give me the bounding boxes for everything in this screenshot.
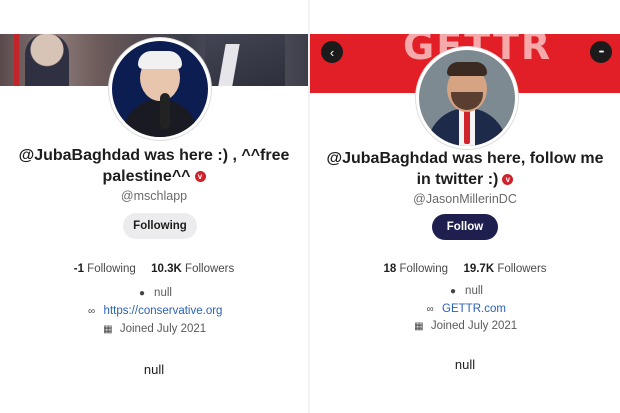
website-link[interactable]: GETTR.com [442, 303, 506, 315]
calendar-icon: ▦ [414, 321, 424, 332]
bio-text: null [454, 357, 476, 372]
joined-text: Joined July 2021 [430, 320, 518, 332]
display-name: @JubaBaghdad was here :) , ^^free palest… [8, 145, 300, 187]
username-handle: @mschlapp [120, 189, 188, 203]
joined-text: Joined July 2021 [119, 323, 207, 335]
joined-row: ▦ Joined July 2021 [0, 323, 308, 335]
following-stat[interactable]: -1 Following [74, 263, 136, 275]
following-label: Following [399, 263, 449, 275]
bio-text: null [143, 362, 165, 377]
following-label: Following [87, 263, 136, 275]
profile-panel-left: @JubaBaghdad was here :) , ^^free palest… [0, 0, 308, 413]
website-link[interactable]: https://conservative.org [104, 305, 223, 317]
display-name-text: @JubaBaghdad was here, follow me in twit… [326, 150, 604, 188]
banner-stripe [14, 34, 19, 86]
banner-photo-person [205, 34, 285, 86]
followers-count: 10.3K [151, 263, 182, 275]
followers-label: Followers [497, 263, 547, 275]
follow-stats: 18 Following 19.7K Followers [310, 263, 620, 275]
back-arrow-icon[interactable]: ‹ [321, 41, 343, 63]
location-text: null [465, 285, 483, 297]
follow-stats: -1 Following 10.3K Followers [0, 263, 308, 275]
followers-stat[interactable]: 19.7K Followers [463, 263, 546, 275]
follow-button[interactable]: Follow [432, 214, 498, 240]
avatar[interactable] [416, 47, 518, 149]
banner-photo-person [25, 34, 69, 86]
website-row: ∞ https://conservative.org [0, 305, 308, 317]
followers-count: 19.7K [463, 263, 495, 275]
avatar[interactable] [109, 38, 211, 140]
following-count: -1 [73, 263, 84, 275]
more-options-icon[interactable]: ••• [590, 41, 612, 63]
followers-stat[interactable]: 10.3K Followers [151, 263, 234, 275]
username-handle: @JasonMillerinDC [413, 192, 517, 206]
profile-panel-right: GETTR ‹ ••• @JubaBaghdad was here, follo… [310, 0, 620, 413]
link-icon: ∞ [426, 304, 434, 315]
verified-badge-icon: v [502, 174, 514, 186]
location-row: ● null [0, 287, 308, 299]
display-name-text: @JubaBaghdad was here :) , ^^free palest… [18, 147, 290, 185]
joined-row: ▦ Joined July 2021 [310, 320, 620, 332]
display-name: @JubaBaghdad was here, follow me in twit… [320, 148, 610, 190]
calendar-icon: ▦ [103, 324, 113, 335]
following-stat[interactable]: 18 Following [383, 263, 448, 275]
link-icon: ∞ [87, 306, 96, 317]
location-text: null [154, 287, 172, 299]
website-row: ∞ GETTR.com [310, 303, 620, 315]
location-row: ● null [310, 285, 620, 297]
location-pin-icon: ● [450, 286, 457, 297]
followers-label: Followers [185, 263, 235, 275]
following-button[interactable]: Following [123, 213, 197, 239]
location-pin-icon: ● [139, 288, 146, 299]
following-count: 18 [383, 263, 397, 275]
verified-badge-icon: v [194, 171, 206, 183]
